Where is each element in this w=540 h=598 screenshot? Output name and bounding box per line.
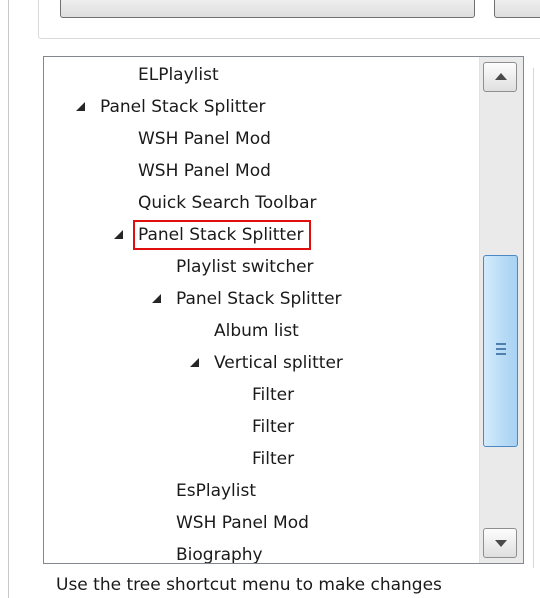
scroll-up-button[interactable] bbox=[483, 62, 517, 92]
tree-item[interactable]: WSH Panel Mod bbox=[138, 155, 271, 187]
right-panel-border bbox=[533, 68, 534, 568]
scroll-grip-icon bbox=[496, 343, 506, 345]
tree-items-container: ELPlaylist Panel Stack Splitter WSH Panel … bbox=[44, 57, 477, 563]
tree-item-label: Biography bbox=[176, 545, 263, 563]
tree-item[interactable]: Biography bbox=[176, 539, 263, 563]
tree-item[interactable]: WSH Panel Mod bbox=[176, 507, 309, 539]
tree-item[interactable]: Quick Search Toolbar bbox=[138, 187, 317, 219]
tree-item-label: Panel Stack Splitter bbox=[100, 97, 266, 117]
tree-item[interactable]: Album list bbox=[214, 315, 299, 347]
scroll-down-arrow-icon bbox=[495, 540, 507, 547]
tree-item-label: Playlist switcher bbox=[176, 257, 314, 277]
scroll-grip-icon bbox=[496, 348, 506, 350]
tree-item-label: Panel Stack Splitter bbox=[138, 225, 304, 245]
tree-item[interactable]: Playlist switcher bbox=[176, 251, 314, 283]
tree-item[interactable]: EsPlaylist bbox=[176, 475, 256, 507]
layout-tree-page: ELPlaylist Panel Stack Splitter WSH Panel … bbox=[0, 0, 540, 598]
tree-item-label: WSH Panel Mod bbox=[138, 129, 271, 149]
expanded-triangle-icon[interactable] bbox=[152, 294, 161, 303]
tree-item-label: Filter bbox=[252, 385, 295, 405]
tree-item[interactable]: Panel Stack Splitter bbox=[138, 219, 304, 251]
tree-item-label: WSH Panel Mod bbox=[138, 161, 271, 181]
expanded-triangle-icon[interactable] bbox=[114, 230, 123, 239]
tree-item-label: Panel Stack Splitter bbox=[176, 289, 342, 309]
tree-item[interactable]: Vertical splitter bbox=[214, 347, 343, 379]
tree-item[interactable]: Panel Stack Splitter bbox=[176, 283, 342, 315]
tree-item-label: Album list bbox=[214, 321, 299, 341]
tree-item[interactable]: Panel Stack Splitter bbox=[100, 91, 266, 123]
tree-item-label: Filter bbox=[252, 449, 295, 469]
top-left-button[interactable] bbox=[60, 0, 475, 18]
tree-item[interactable]: Filter bbox=[252, 443, 294, 475]
scroll-grip-icon bbox=[496, 353, 506, 355]
tree-item[interactable]: WSH Panel Mod bbox=[138, 123, 271, 155]
expanded-triangle-icon[interactable] bbox=[190, 358, 199, 367]
tree-item[interactable]: Filter bbox=[252, 379, 294, 411]
expanded-triangle-icon[interactable] bbox=[76, 102, 85, 111]
scroll-thumb[interactable] bbox=[483, 255, 518, 447]
scroll-down-button[interactable] bbox=[483, 528, 517, 558]
tree-item[interactable]: ELPlaylist bbox=[138, 59, 219, 91]
tree-item-label: Quick Search Toolbar bbox=[138, 193, 317, 213]
tree-hint-text: Use the tree shortcut menu to make chang… bbox=[56, 575, 442, 595]
vertical-scrollbar[interactable] bbox=[479, 57, 523, 563]
tree-item-label: Vertical splitter bbox=[214, 353, 343, 373]
scroll-up-arrow-icon bbox=[495, 73, 507, 80]
tree-item-label: EsPlaylist bbox=[176, 481, 257, 501]
layout-tree[interactable]: ELPlaylist Panel Stack Splitter WSH Panel … bbox=[43, 56, 524, 564]
left-panel-border bbox=[8, 0, 9, 598]
tree-item-label: WSH Panel Mod bbox=[176, 513, 309, 533]
top-right-button[interactable] bbox=[494, 0, 540, 18]
tree-item-label: Filter bbox=[252, 417, 295, 437]
tree-item[interactable]: Filter bbox=[252, 411, 294, 443]
tree-item-label: ELPlaylist bbox=[138, 65, 219, 85]
